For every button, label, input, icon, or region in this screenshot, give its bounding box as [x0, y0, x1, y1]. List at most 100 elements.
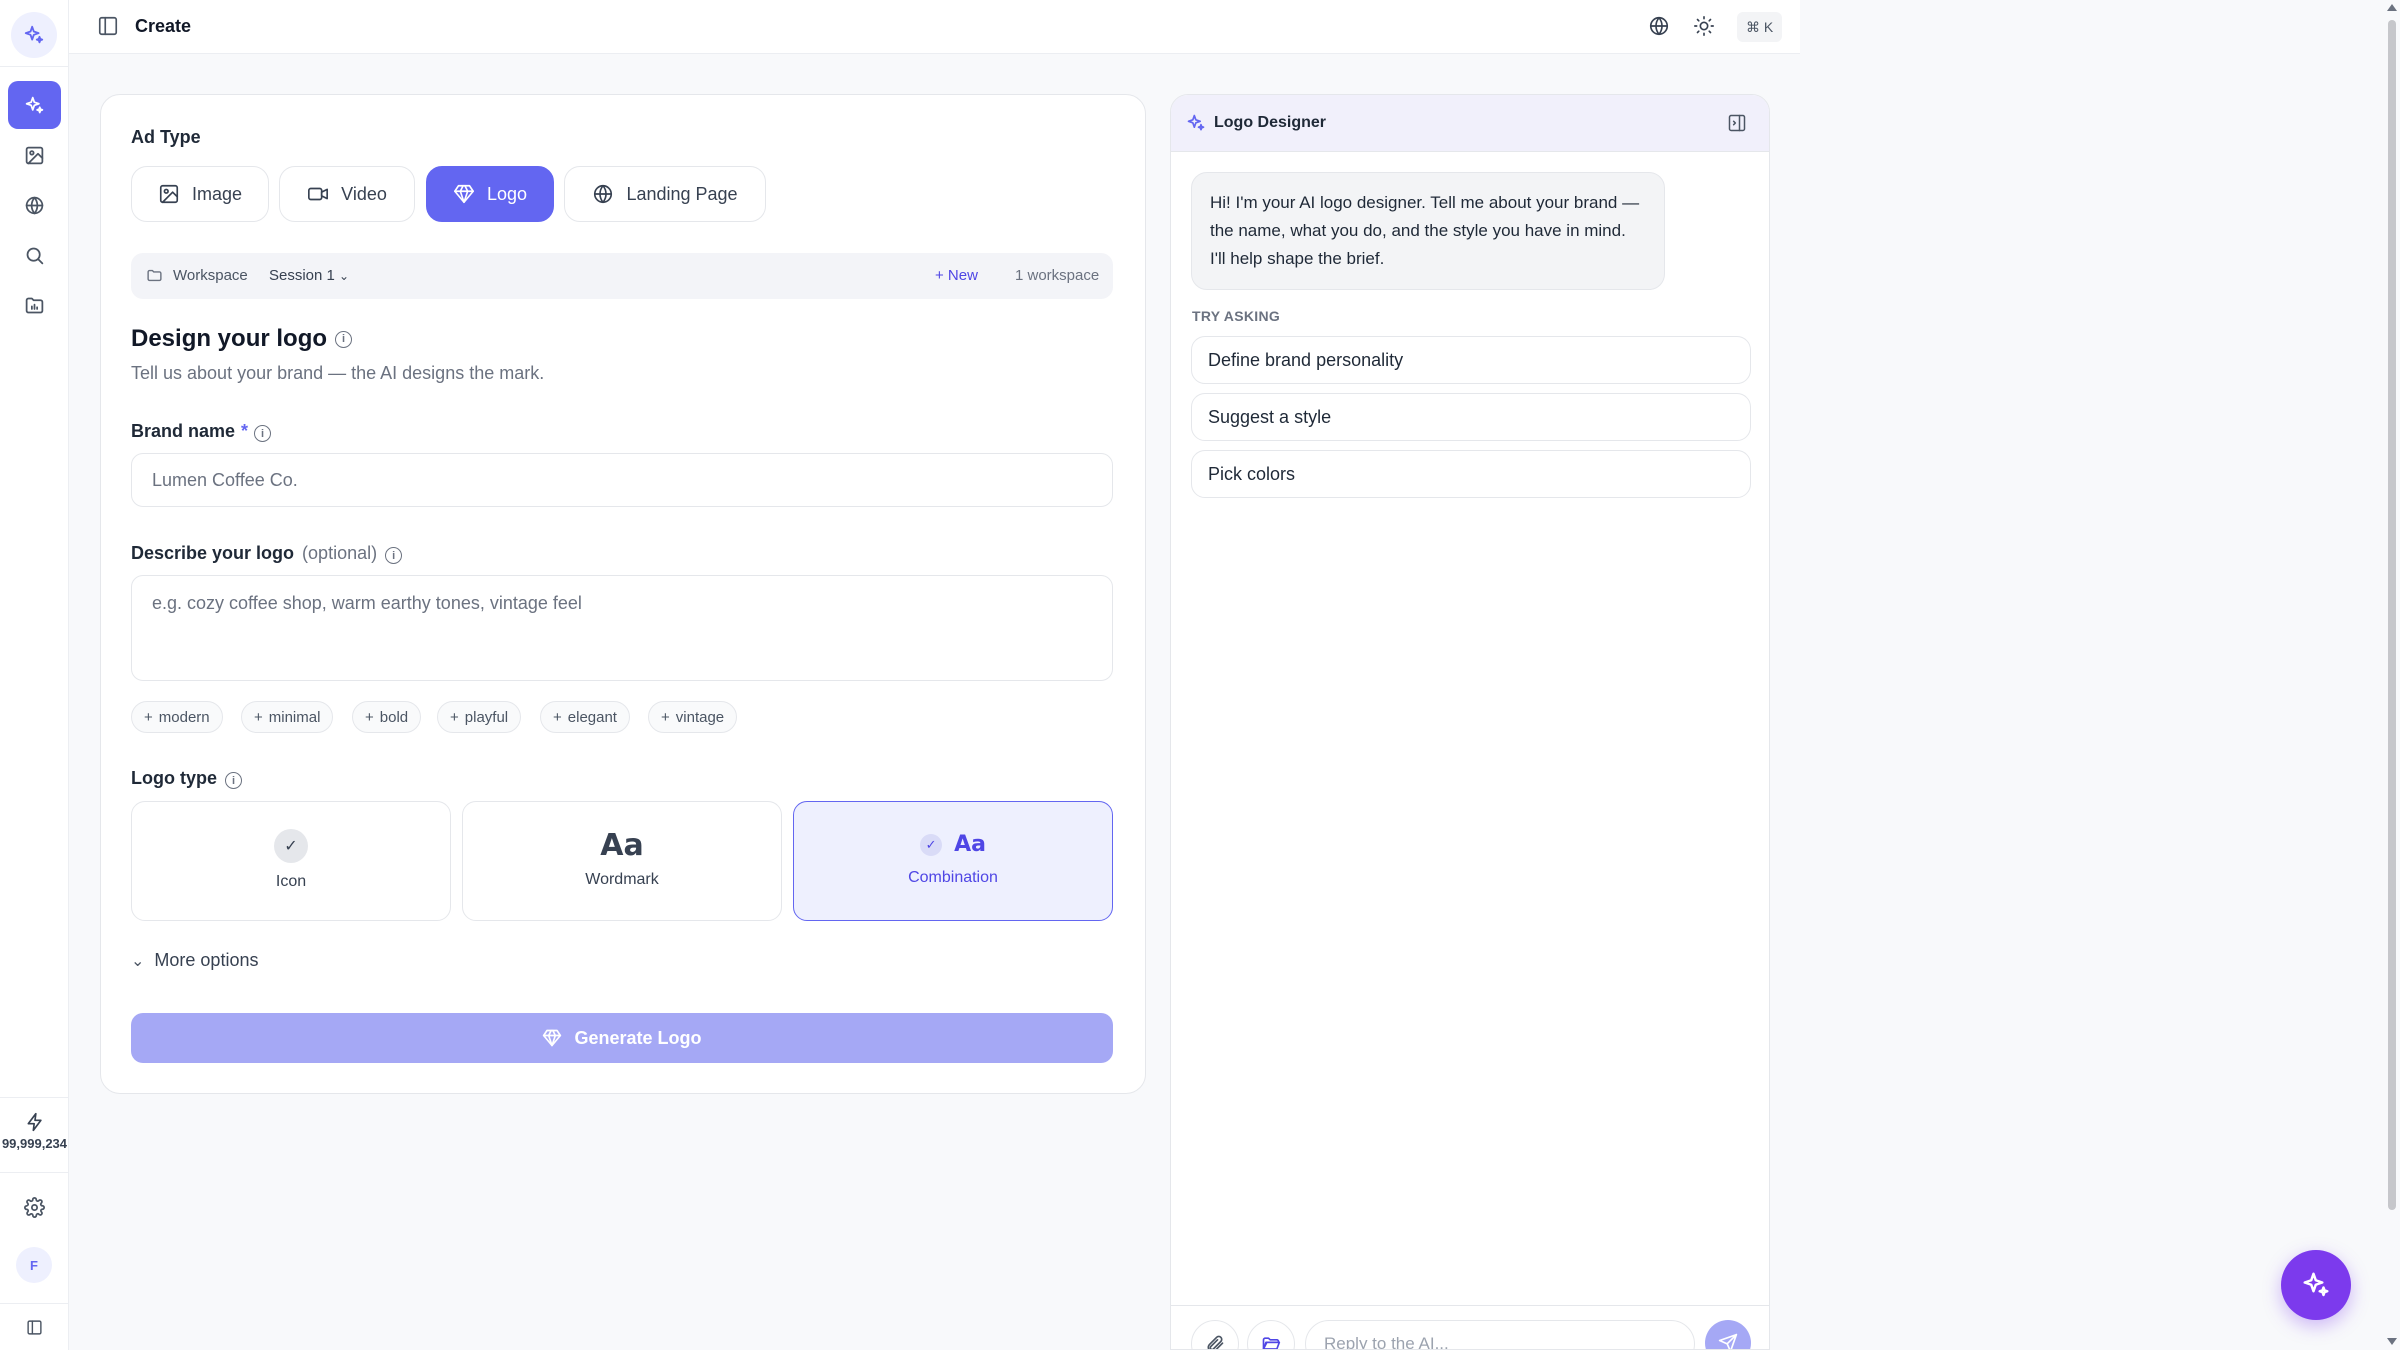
new-workspace-button[interactable]: + New: [935, 267, 978, 284]
chip-label: vintage: [675, 708, 725, 726]
plus-icon: +: [553, 708, 562, 726]
page-scrollbar[interactable]: [2384, 0, 2400, 1350]
chevron-down-icon: ⌄: [131, 952, 145, 970]
video-icon: [308, 187, 329, 201]
required-mark: *: [241, 421, 249, 441]
collapse-sidebar-button[interactable]: [8, 1303, 61, 1350]
logo-designer-panel: Logo Designer Hi! I'm your AI logo desig…: [1170, 94, 1770, 1350]
sidebar-divider: [0, 1097, 69, 1098]
top-header: Create ⌘ K: [69, 0, 1800, 54]
wordmark-glyph: Aa: [600, 828, 644, 863]
language-button[interactable]: [1648, 15, 1670, 42]
send-button[interactable]: [1705, 1320, 1751, 1349]
app-logo[interactable]: [11, 12, 57, 58]
reply-input[interactable]: Reply to the AI...: [1305, 1320, 1695, 1349]
sparkles-icon: [24, 25, 44, 44]
workspace-bar: Workspace Session 1 ⌄ + New 1 workspace: [131, 253, 1113, 299]
style-chip-minimal[interactable]: + minimal: [241, 701, 334, 733]
settings-button[interactable]: [8, 1183, 61, 1231]
describe-placeholder: e.g. cozy coffee shop, warm earthy tones…: [152, 593, 582, 613]
style-chip-vintage[interactable]: + vintage: [648, 701, 738, 733]
generate-logo-button[interactable]: Generate Logo: [131, 1013, 1113, 1063]
suggestion-chip[interactable]: Suggest a style: [1191, 393, 1751, 441]
suggestion-chip[interactable]: Pick colors: [1191, 450, 1751, 498]
check-icon: ✓: [274, 829, 308, 863]
paperclip-icon: [1207, 1335, 1224, 1349]
plus-icon: +: [144, 708, 153, 726]
tab-label: Landing Page: [626, 183, 738, 204]
logo-type-combination-option[interactable]: ✓ Aa Combination: [793, 801, 1113, 921]
ai-assistant-fab[interactable]: [2281, 1250, 2351, 1320]
sidebar-divider: [0, 1172, 69, 1173]
folder-open-icon: [1262, 1337, 1281, 1349]
suggestion-chip[interactable]: Define brand personality: [1191, 336, 1751, 384]
workspace-files-button[interactable]: [1247, 1320, 1295, 1349]
sidebar-item-images[interactable]: [8, 131, 61, 179]
toggle-sidebar-button[interactable]: [97, 15, 119, 42]
collapse-panel-icon[interactable]: [1727, 113, 1747, 133]
search-icon: [26, 247, 44, 264]
info-icon[interactable]: i: [225, 772, 242, 789]
option-label: Icon: [275, 873, 307, 890]
attach-button[interactable]: [1191, 1320, 1239, 1349]
brand-name-label: Brand name * i: [131, 421, 272, 442]
diamond-icon: [453, 184, 474, 204]
logo-type-label: Logo type i: [131, 768, 242, 789]
sidebar-divider: [0, 66, 69, 67]
session-dropdown[interactable]: Session 1 ⌄: [269, 267, 349, 284]
more-options-toggle[interactable]: ⌄ More options: [131, 950, 258, 971]
image-icon: [25, 146, 44, 164]
theme-toggle-button[interactable]: [1693, 15, 1715, 42]
option-label: Combination: [908, 869, 998, 886]
tab-video[interactable]: Video: [279, 166, 415, 222]
try-asking-label: TRY ASKING: [1192, 308, 1281, 324]
logo-type-icon-option[interactable]: ✓ Icon: [131, 801, 451, 921]
chat-header: Logo Designer: [1171, 95, 1769, 152]
sidebar-item-search[interactable]: [8, 231, 61, 279]
tab-label: Video: [341, 183, 387, 204]
brand-name-placeholder: Lumen Coffee Co.: [152, 470, 298, 490]
sparkles-icon: [25, 96, 44, 113]
info-icon[interactable]: i: [335, 330, 353, 348]
scroll-down-arrow[interactable]: [2387, 1338, 2397, 1345]
lightning-icon: [27, 1112, 42, 1132]
command-palette-shortcut[interactable]: ⌘ K: [1737, 12, 1783, 42]
info-icon[interactable]: i: [385, 547, 403, 564]
form-subtitle: Tell us about your brand — the AI design…: [131, 363, 545, 383]
tab-logo[interactable]: Logo: [426, 166, 554, 222]
sidebar-item-create[interactable]: [8, 81, 61, 129]
optional-tag: (optional): [302, 543, 378, 563]
sidebar-item-web[interactable]: [8, 181, 61, 229]
form-title: Design your logo i: [131, 325, 353, 353]
plus-icon: +: [661, 708, 670, 726]
info-icon[interactable]: i: [254, 425, 272, 442]
logo-type-wordmark-option[interactable]: Aa Wordmark: [462, 801, 782, 921]
scrollbar-thumb[interactable]: [2388, 20, 2396, 1210]
scroll-up-arrow[interactable]: [2387, 4, 2397, 11]
avatar[interactable]: F: [16, 1247, 52, 1283]
style-chip-elegant[interactable]: + elegant: [540, 701, 630, 733]
credits-counter[interactable]: 99,999,234: [0, 1112, 69, 1151]
style-chip-playful[interactable]: + playful: [437, 701, 522, 733]
sparkles-icon: [2303, 1272, 2329, 1297]
style-chip-bold[interactable]: + bold: [352, 701, 422, 733]
chip-label: bold: [379, 708, 409, 726]
gear-icon: [24, 1196, 45, 1218]
combination-glyph: Aa: [954, 832, 986, 857]
folder-chart-icon: [25, 297, 44, 313]
describe-logo-textarea[interactable]: e.g. cozy coffee shop, warm earthy tones…: [131, 575, 1113, 681]
tab-landing-page[interactable]: Landing Page: [564, 166, 766, 222]
globe-icon: [1649, 16, 1669, 36]
tab-image[interactable]: Image: [131, 166, 269, 222]
chip-label: minimal: [268, 708, 321, 726]
sidebar-item-library[interactable]: [8, 281, 61, 329]
label-text: Brand name: [131, 421, 236, 441]
chat-title: Logo Designer: [1214, 114, 1327, 131]
image-icon: [159, 184, 179, 204]
style-chip-modern[interactable]: + modern: [131, 701, 223, 733]
page-title: Create: [135, 16, 192, 36]
send-icon: [1718, 1333, 1738, 1349]
chip-label: playful: [464, 708, 509, 726]
plus-icon: +: [450, 708, 459, 726]
brand-name-input[interactable]: Lumen Coffee Co.: [131, 453, 1113, 507]
